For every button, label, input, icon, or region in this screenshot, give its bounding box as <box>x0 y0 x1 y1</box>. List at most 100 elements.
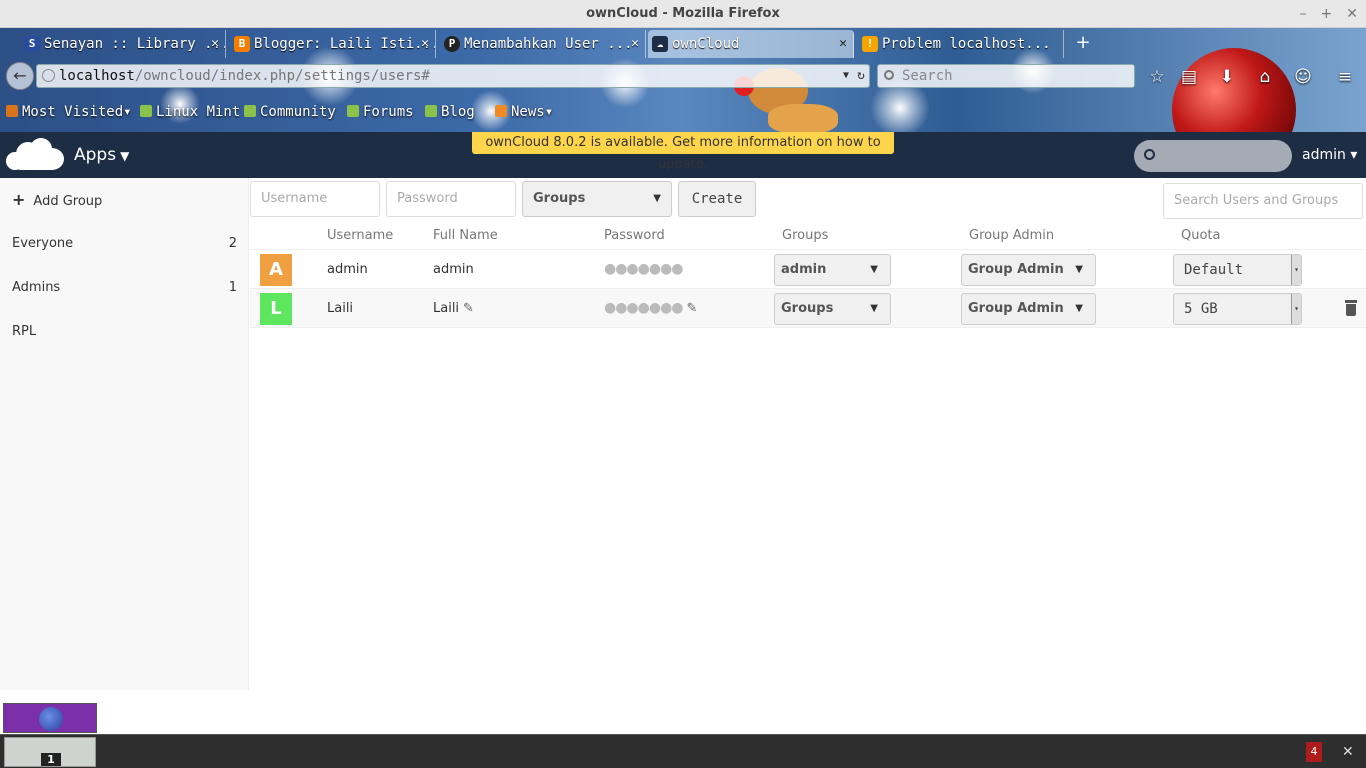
url-bar[interactable]: localhost/owncloud/index.php/settings/us… <box>36 64 870 88</box>
add-group-label: Add Group <box>33 194 103 209</box>
users-table-header: Username Full Name Password Groups Group… <box>250 222 1366 250</box>
quota-value: Default <box>1184 262 1244 278</box>
hamburger-menu-icon[interactable]: ≡ <box>1334 66 1356 88</box>
update-notification[interactable]: ownCloud 8.0.2 is available. Get more in… <box>472 132 894 172</box>
add-group-button[interactable]: + Add Group <box>0 178 249 222</box>
tab-close-icon[interactable]: ✕ <box>211 30 219 58</box>
browser-search-input[interactable]: Search <box>877 64 1135 88</box>
column-groups: Groups <box>782 228 829 243</box>
new-username-input[interactable]: Username <box>250 181 380 217</box>
table-row: A admin admin ●●●●●●● admin ▼ Group Admi… <box>250 250 1366 289</box>
mint-icon <box>140 105 152 117</box>
group-admin-select[interactable]: Group Admin ▼ <box>961 293 1096 325</box>
bookmark-community[interactable]: Community <box>244 98 336 126</box>
taskbar: 1 4 ✕ <box>0 734 1366 768</box>
url-path: /owncloud/index.php/settings/users# <box>134 68 430 84</box>
sidebar-item-everyone[interactable]: Everyone 2 <box>0 222 249 266</box>
bookmarks-list-icon[interactable]: ▤ <box>1178 66 1200 88</box>
mint-icon <box>244 105 256 117</box>
edit-pencil-icon[interactable]: ✎ <box>463 301 474 316</box>
chevron-down-icon: ▾ <box>123 104 132 120</box>
close-window-button[interactable]: ✕ <box>1346 0 1358 28</box>
minimize-button[interactable]: – <box>1300 0 1307 28</box>
download-icon[interactable]: ⬇ <box>1216 66 1238 88</box>
bookmark-news[interactable]: News▾ <box>495 98 553 126</box>
owncloud-logo-icon[interactable] <box>6 138 66 172</box>
tab-label: Menambahkan User ... <box>464 36 633 52</box>
edit-pencil-icon[interactable]: ✎ <box>687 301 698 316</box>
tab-problem-localhost[interactable]: ! Problem localhost... <box>858 30 1064 58</box>
tab-close-icon[interactable]: ✕ <box>421 30 429 58</box>
groups-select-value: Groups <box>781 301 834 316</box>
fullname-cell[interactable]: Laili ✎ <box>433 289 474 328</box>
maximize-button[interactable]: + <box>1321 0 1333 28</box>
workspace-switcher[interactable]: 1 <box>4 737 96 767</box>
new-password-input[interactable]: Password <box>386 181 516 217</box>
quota-select[interactable]: Default ▾ <box>1173 254 1302 286</box>
quota-select[interactable]: 5 GB ▾ <box>1173 293 1302 325</box>
apps-label: Apps <box>74 145 117 165</box>
home-icon[interactable]: ⌂ <box>1254 66 1276 88</box>
group-name: Everyone <box>12 236 74 251</box>
tab-blogger[interactable]: B Blogger: Laili Isti... ✕ <box>230 30 436 58</box>
trash-icon[interactable] <box>1345 300 1357 316</box>
tab-label: Problem localhost... <box>882 36 1051 52</box>
dropdown-arrow-icon: ▼ <box>1075 303 1083 314</box>
avatar: L <box>260 293 292 325</box>
table-row: L Laili Laili ✎ ●●●●●●● ✎ Groups ▼ Group A… <box>250 289 1366 328</box>
group-admin-value: Group Admin <box>968 262 1064 277</box>
bookmark-star-icon[interactable]: ☆ <box>1146 66 1168 88</box>
tab-label: ownCloud <box>672 36 740 52</box>
notification-badge[interactable]: 4 <box>1306 742 1322 762</box>
bookmark-linux-mint[interactable]: Linux Mint <box>140 98 240 126</box>
mint-icon <box>425 105 437 117</box>
bookmark-forums[interactable]: Forums <box>347 98 414 126</box>
groups-select-value: admin <box>781 262 827 277</box>
quota-spinner-icon: ▾ <box>1291 294 1301 324</box>
quota-value: 5 GB <box>1184 301 1218 317</box>
tab-menambahkan-user[interactable]: P Menambahkan User ... ✕ <box>440 30 646 58</box>
user-groups-select[interactable]: admin ▼ <box>774 254 891 286</box>
url-host: localhost <box>59 68 135 84</box>
folder-icon <box>6 105 18 117</box>
caret-down-icon: ▼ <box>120 149 130 163</box>
tab-owncloud[interactable]: ☁ ownCloud ✕ <box>648 30 854 58</box>
tab-close-icon[interactable]: ✕ <box>839 30 847 58</box>
tab-senayan[interactable]: S Senayan :: Library ... ✕ <box>20 30 226 58</box>
bookmark-most-visited[interactable]: Most Visited▾ <box>6 98 132 126</box>
new-tab-button[interactable]: + <box>1072 32 1094 54</box>
bookmark-label: Most Visited <box>22 104 124 120</box>
create-user-button[interactable]: Create <box>678 181 756 217</box>
column-full-name: Full Name <box>433 228 498 243</box>
back-button[interactable]: ← <box>6 62 34 90</box>
bookmark-label: Blog <box>441 104 475 120</box>
password-cell[interactable]: ●●●●●●● ✎ <box>604 289 698 328</box>
bookmark-blog[interactable]: Blog <box>425 98 475 126</box>
apps-menu[interactable]: Apps ▼ <box>74 132 129 179</box>
search-users-input[interactable]: Search Users and Groups <box>1163 183 1363 219</box>
sidebar-item-admins[interactable]: Admins 1 <box>0 266 249 310</box>
user-groups-select[interactable]: Groups ▼ <box>774 293 891 325</box>
mint-icon <box>347 105 359 117</box>
owncloud-search-input[interactable] <box>1134 140 1292 172</box>
reload-icon[interactable]: ↻ <box>857 65 865 87</box>
search-icon <box>1144 149 1155 160</box>
column-password: Password <box>604 228 665 243</box>
window-preview-thumbnail[interactable] <box>3 703 97 733</box>
url-history-dropdown-icon[interactable]: ▼ <box>843 65 849 87</box>
tray-close-icon[interactable]: ✕ <box>1342 742 1354 762</box>
tab-label: Senayan :: Library ... <box>44 36 226 52</box>
tab-close-icon[interactable]: ✕ <box>631 30 639 58</box>
bookmarks-toolbar: Most Visited▾ Linux Mint Community Forum… <box>0 98 1366 126</box>
smiley-icon[interactable]: ☺ <box>1292 66 1314 88</box>
sidebar-item-rpl[interactable]: RPL <box>0 310 249 354</box>
column-quota: Quota <box>1181 228 1221 243</box>
dropdown-arrow-icon: ▼ <box>870 303 878 314</box>
user-menu[interactable]: admin ▾ <box>1302 132 1357 178</box>
new-user-groups-select[interactable]: Groups ▼ <box>522 181 672 217</box>
password-cell: ●●●●●●● <box>604 261 684 277</box>
problem-icon: ! <box>862 36 878 52</box>
plus-icon: + <box>12 190 26 209</box>
group-admin-select[interactable]: Group Admin ▼ <box>961 254 1096 286</box>
pinterest-icon: P <box>444 36 460 52</box>
